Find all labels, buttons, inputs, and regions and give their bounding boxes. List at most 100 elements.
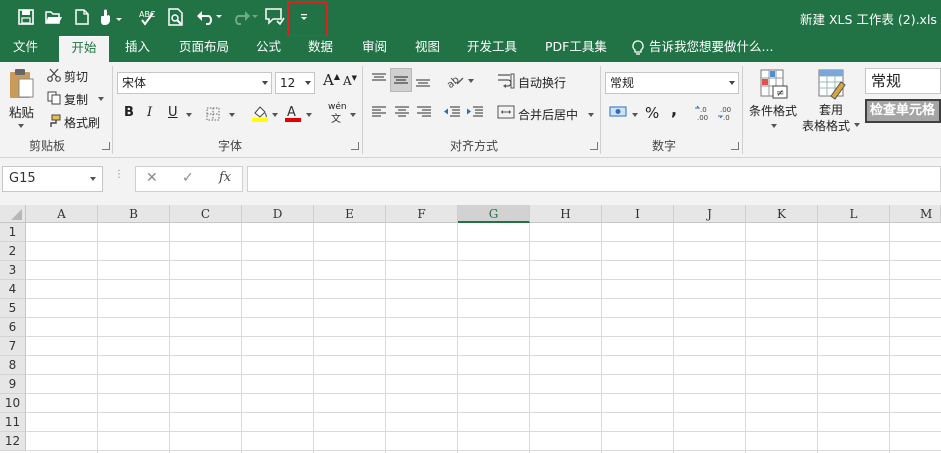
new-file-icon[interactable] <box>72 6 92 28</box>
column-header[interactable]: B <box>98 205 170 223</box>
row-header[interactable]: 12 <box>0 432 26 451</box>
paste-button[interactable]: 粘贴 <box>9 102 34 121</box>
accounting-dropdown[interactable] <box>632 113 638 117</box>
name-box[interactable]: G15 <box>2 166 103 192</box>
orientation-dropdown[interactable] <box>468 79 474 83</box>
row-header[interactable]: 4 <box>0 280 26 299</box>
comment-icon[interactable] <box>264 6 286 28</box>
column-header[interactable]: K <box>746 205 818 223</box>
column-header-selected[interactable]: G <box>458 205 530 223</box>
align-right-icon[interactable] <box>415 104 433 120</box>
copy-button[interactable]: 复制 <box>64 91 88 108</box>
comma-button[interactable]: , <box>671 100 677 119</box>
cancel-icon[interactable]: ✕ <box>146 170 158 186</box>
column-header[interactable]: M <box>890 205 941 223</box>
formula-input[interactable] <box>247 166 941 192</box>
print-preview-icon[interactable] <box>165 6 187 28</box>
cut-button[interactable]: 剪切 <box>64 68 88 85</box>
insert-function-icon[interactable]: fx <box>219 170 231 185</box>
cell-style-check[interactable]: 检查单元格 <box>865 99 941 123</box>
align-bottom-icon[interactable] <box>414 70 432 90</box>
format-as-table-line2[interactable]: 表格格式 <box>802 117 850 134</box>
increase-font-button[interactable]: A▲ <box>323 71 340 89</box>
conditional-formatting-button[interactable]: 条件格式 <box>749 102 797 119</box>
tab-insert[interactable]: 插入 <box>125 36 150 62</box>
format-painter-button[interactable]: 格式刷 <box>64 114 100 131</box>
merge-center-dropdown[interactable] <box>588 113 594 117</box>
redo-icon[interactable] <box>230 6 260 28</box>
decrease-font-button[interactable]: A▼ <box>343 74 357 88</box>
italic-button[interactable]: I <box>147 105 152 120</box>
align-top-icon[interactable] <box>370 70 388 90</box>
row-header[interactable]: 3 <box>0 261 26 280</box>
tab-developer[interactable]: 开发工具 <box>467 36 517 62</box>
enter-icon[interactable]: ✓ <box>182 170 194 186</box>
cell-area[interactable] <box>26 223 941 453</box>
font-color-icon[interactable]: A <box>284 104 302 122</box>
increase-indent-icon[interactable] <box>466 104 484 120</box>
spelling-icon[interactable]: ABC <box>137 6 159 28</box>
column-header[interactable]: E <box>314 205 386 223</box>
increase-decimal-icon[interactable]: .0.00 <box>694 104 714 122</box>
select-all-corner[interactable] <box>0 205 26 223</box>
column-header[interactable]: F <box>386 205 458 223</box>
column-header[interactable]: D <box>242 205 314 223</box>
paste-icon[interactable] <box>6 66 38 102</box>
format-as-table-dropdown[interactable] <box>854 123 860 127</box>
tab-home[interactable]: 开始 <box>59 36 109 62</box>
orientation-icon[interactable]: ab <box>444 70 466 90</box>
tab-review[interactable]: 审阅 <box>362 36 387 62</box>
fill-color-icon[interactable] <box>251 104 269 122</box>
row-header[interactable]: 8 <box>0 356 26 375</box>
align-center-icon[interactable] <box>393 104 411 120</box>
align-left-icon[interactable] <box>370 104 388 120</box>
row-header[interactable]: 9 <box>0 375 26 394</box>
font-size-select[interactable]: 12 <box>275 72 315 94</box>
align-middle-icon[interactable] <box>390 68 412 92</box>
decrease-indent-icon[interactable] <box>443 104 461 120</box>
number-launcher-icon[interactable] <box>731 142 739 150</box>
wrap-text-button[interactable]: 自动换行 <box>518 74 566 91</box>
border-icon[interactable] <box>206 107 220 121</box>
tab-view[interactable]: 视图 <box>415 36 440 62</box>
tab-page-layout[interactable]: 页面布局 <box>179 36 229 62</box>
decrease-decimal-icon[interactable]: .00.0 <box>717 104 737 122</box>
font-color-dropdown[interactable] <box>306 113 312 117</box>
phonetic-button[interactable]: wén <box>328 102 347 112</box>
row-header[interactable]: 6 <box>0 318 26 337</box>
column-header[interactable]: A <box>26 205 98 223</box>
row-header[interactable]: 5 <box>0 299 26 318</box>
undo-icon[interactable] <box>195 6 225 28</box>
formula-bar-grip-icon[interactable]: ⋮ <box>114 170 124 186</box>
copy-dropdown[interactable] <box>98 97 104 101</box>
phonetic-dropdown[interactable] <box>350 113 356 117</box>
column-header[interactable]: H <box>530 205 602 223</box>
row-header[interactable]: 7 <box>0 337 26 356</box>
font-name-select[interactable]: 宋体 <box>117 72 272 94</box>
percent-button[interactable]: % <box>645 104 659 122</box>
tell-me-search[interactable]: 告诉我您想要做什么... <box>649 36 773 62</box>
underline-button[interactable]: U <box>168 105 178 120</box>
bold-button[interactable]: B <box>124 105 134 120</box>
alignment-launcher-icon[interactable] <box>590 142 598 150</box>
column-header[interactable]: I <box>602 205 674 223</box>
conditional-formatting-dropdown[interactable] <box>771 124 777 128</box>
format-as-table-line1[interactable]: 套用 <box>819 101 843 118</box>
column-header[interactable]: J <box>674 205 746 223</box>
column-header[interactable]: C <box>170 205 242 223</box>
tab-data[interactable]: 数据 <box>308 36 333 62</box>
fill-color-dropdown[interactable] <box>272 113 278 117</box>
tab-pdf-tools[interactable]: PDF工具集 <box>545 36 607 62</box>
font-launcher-icon[interactable] <box>351 142 359 150</box>
touch-mode-icon[interactable] <box>97 6 127 28</box>
underline-dropdown[interactable] <box>186 113 192 117</box>
tab-file[interactable]: 文件 <box>13 36 38 62</box>
accounting-format-icon[interactable] <box>609 104 629 120</box>
row-header[interactable]: 11 <box>0 413 26 432</box>
row-header[interactable]: 1 <box>0 223 26 242</box>
clipboard-launcher-icon[interactable] <box>102 142 110 150</box>
row-header[interactable]: 10 <box>0 394 26 413</box>
save-icon[interactable] <box>15 6 37 28</box>
cell-style-normal[interactable]: 常规 <box>865 68 941 94</box>
border-dropdown[interactable] <box>229 113 235 117</box>
